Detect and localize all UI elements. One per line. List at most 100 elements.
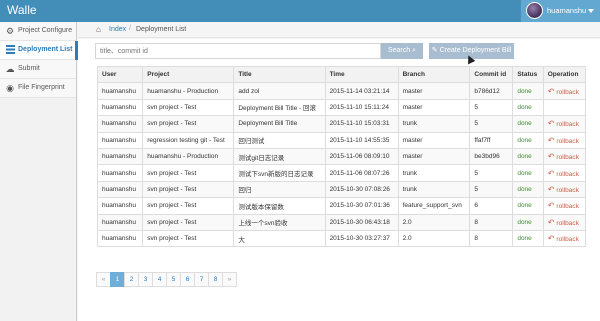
- rollback-label: rollback: [556, 121, 579, 129]
- cell-user: huamanshu: [96, 98, 144, 117]
- cell-branch: 2.0: [397, 213, 471, 231]
- cell-branch: master: [397, 82, 471, 100]
- breadcrumb-current: Deployment List: [136, 26, 187, 33]
- rollback-link[interactable]: ↶ rollback: [542, 82, 587, 100]
- create-deployment-label: Create Deployment Bill: [439, 47, 512, 54]
- deployment-table: User Project Title Time Branch Commit id…: [96, 65, 587, 248]
- pagination: « 1 2 3 4 5 6 7 8»: [96, 272, 237, 287]
- cell-project: svn project - Test: [142, 180, 235, 199]
- cloud-upload-icon: ☁: [5, 64, 15, 74]
- table-row: huamanshu huamanshu - Production add zol 20…: [96, 82, 587, 100]
- pagination-page-5[interactable]: 5: [166, 272, 181, 287]
- rollback-link[interactable]: ↶ rollback: [542, 164, 587, 182]
- cell-title: Deployment Bill Title - 回滚: [233, 98, 326, 117]
- cell-user: huamanshu: [96, 229, 144, 248]
- cell-title: Deployment Bill Title: [233, 115, 326, 133]
- cell-user: huamanshu: [96, 147, 144, 166]
- column-header-commit-id: Commit id: [469, 65, 514, 84]
- table-row: huamanshu svn project - Test Deployment Bi…: [96, 115, 587, 133]
- avatar: [526, 2, 543, 19]
- search-button[interactable]: Search ⌕: [381, 43, 423, 59]
- pagination-page-8[interactable]: 8: [208, 272, 223, 287]
- breadcrumb-separator: /: [129, 25, 131, 32]
- rollback-icon: ↶: [547, 86, 555, 96]
- rollback-link[interactable]: ↶ rollback: [542, 180, 587, 199]
- rollback-icon: ↶: [547, 168, 555, 178]
- cell-project: svn project - Test: [142, 229, 235, 248]
- rollback-link[interactable]: ↶ rollback: [542, 115, 587, 133]
- rollback-label: rollback: [556, 88, 579, 96]
- cell-time: 2015-11-10 15:11:24: [324, 98, 399, 117]
- sidebar-item-submit-deployment[interactable]: ☁ Submit Deployment: [0, 60, 76, 90]
- rollback-link[interactable]: ↶ rollback: [542, 131, 587, 149]
- cell-commit-id: 5: [469, 164, 514, 182]
- caret-down-icon: [588, 9, 594, 13]
- cell-user: huamanshu: [96, 213, 144, 231]
- sidebar: ⚙ Project Configure Deployment List ☁ Su…: [0, 22, 78, 321]
- home-icon: ⌂: [96, 25, 101, 34]
- cell-branch: master: [397, 98, 471, 117]
- pagination-page-2[interactable]: 2: [124, 272, 139, 287]
- cell-time: 2015-11-10 14:55:35: [324, 131, 399, 149]
- rollback-label: rollback: [556, 170, 579, 178]
- breadcrumb: ⌂ Index / Deployment List: [78, 22, 600, 38]
- cell-title: 大: [233, 229, 326, 248]
- sidebar-item-label: File Fingerprint: [18, 84, 65, 91]
- cell-commit-id: 5: [469, 115, 514, 133]
- pagination-page-1[interactable]: 1: [110, 272, 125, 287]
- cell-branch: trunk: [397, 115, 471, 133]
- pagination-page-6[interactable]: 6: [180, 272, 195, 287]
- user-menu[interactable]: huamanshu: [520, 0, 600, 22]
- cell-status: done: [512, 213, 544, 231]
- rollback-icon: ↶: [547, 234, 555, 244]
- rollback-icon: ↶: [547, 201, 555, 211]
- rollback-link[interactable]: ↶ rollback: [542, 213, 587, 231]
- cell-project: svn project - Test: [142, 164, 235, 182]
- cell-user: huamanshu: [96, 180, 144, 199]
- cell-project: huamanshu - Production: [142, 82, 235, 100]
- eye-icon: ◉: [6, 83, 14, 93]
- cell-branch: master: [397, 131, 471, 149]
- cell-commit-id: 6: [469, 197, 514, 215]
- top-navbar: Walle huamanshu: [0, 0, 600, 22]
- cell-status: done: [512, 197, 544, 215]
- rollback-icon: ↶: [547, 184, 555, 194]
- sidebar-item-file-fingerprint[interactable]: ◉ File Fingerprint: [0, 79, 76, 98]
- rollback-link[interactable]: ↶ rollback: [542, 229, 587, 248]
- pagination-prev[interactable]: «: [96, 272, 111, 287]
- rollback-icon: ↶: [547, 217, 555, 227]
- cell-commit-id: be3bd96: [469, 147, 514, 166]
- cell-branch: trunk: [397, 164, 471, 182]
- pagination-next[interactable]: »: [222, 272, 237, 287]
- rollback-label: rollback: [556, 186, 579, 194]
- breadcrumb-index-link[interactable]: Index: [109, 26, 126, 33]
- column-header-title: Title: [233, 65, 326, 84]
- cell-time: 2015-11-06 08:07:26: [324, 164, 399, 182]
- pagination-page-4[interactable]: 4: [152, 272, 167, 287]
- cell-branch: feature_support_svn: [397, 197, 471, 215]
- rollback-link[interactable]: ↶ rollback: [542, 147, 587, 166]
- cell-status: done: [512, 180, 544, 199]
- rollback-label: rollback: [556, 236, 579, 244]
- table-body: huamanshu huamanshu - Production add zol 20…: [96, 82, 587, 248]
- pagination-page-7[interactable]: 7: [194, 272, 209, 287]
- cell-commit-id: 5: [469, 180, 514, 199]
- search-input[interactable]: [95, 43, 381, 59]
- cell-user: huamanshu: [96, 164, 144, 182]
- sidebar-item-label: Project Configure: [18, 27, 73, 34]
- sidebar-item-deployment-list[interactable]: Deployment List: [0, 41, 78, 60]
- cell-branch: 2.0: [397, 229, 471, 248]
- cell-project: svn project - Test: [142, 213, 235, 231]
- cell-commit-id: 8: [469, 213, 514, 231]
- cell-user: huamanshu: [96, 82, 144, 100]
- list-icon: [5, 45, 15, 55]
- cell-status: done: [512, 229, 544, 248]
- rollback-icon: ↶: [547, 135, 555, 145]
- rollback-icon: ↶: [547, 119, 555, 129]
- sidebar-item-project-configure[interactable]: ⚙ Project Configure: [0, 22, 76, 41]
- rollback-link[interactable]: ↶ rollback: [542, 197, 587, 215]
- app-logo[interactable]: Walle: [7, 3, 37, 17]
- table-row: huamanshu svn project - Test 上线一个svn验收 2015…: [96, 213, 587, 231]
- pagination-page-3[interactable]: 3: [138, 272, 153, 287]
- cell-title: 测试git日志记录: [233, 147, 326, 166]
